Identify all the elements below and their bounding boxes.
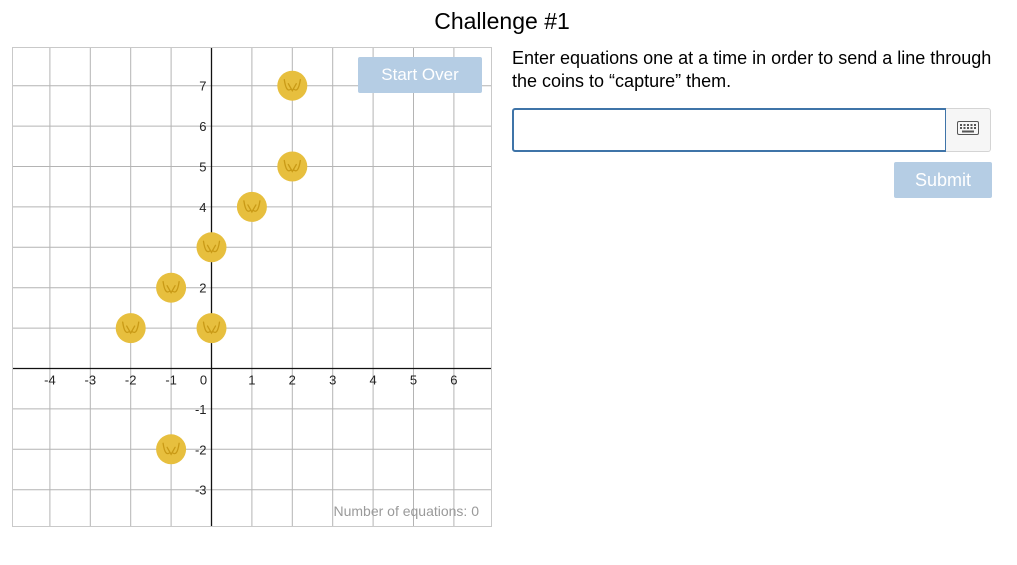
- coin: [156, 272, 187, 303]
- x-tick-label: -1: [165, 373, 177, 388]
- coin: [236, 191, 267, 222]
- x-tick-label: -3: [85, 373, 97, 388]
- coin: [115, 313, 146, 344]
- coin: [196, 232, 227, 263]
- submit-button[interactable]: Submit: [894, 162, 992, 198]
- page-title: Challenge #1: [434, 8, 570, 34]
- x-tick-label: 2: [289, 373, 296, 388]
- coordinate-graph[interactable]: -4 -3 -2 -1 0 1 2 3 4 5 6 -3 -2 -1 2 4 5 6 7 Start Over Nu…: [12, 47, 492, 527]
- y-tick-label: 4: [199, 200, 206, 215]
- coin: [196, 313, 227, 344]
- keyboard-icon: [957, 120, 979, 140]
- x-tick-label: 0: [200, 373, 207, 388]
- y-tick-label: -1: [195, 402, 207, 417]
- coin: [277, 70, 308, 101]
- x-tick-label: -2: [125, 373, 137, 388]
- x-tick-label: -4: [44, 373, 56, 388]
- y-tick-label: 2: [199, 281, 206, 296]
- start-over-button[interactable]: Start Over: [358, 57, 482, 93]
- x-tick-label: 3: [329, 373, 336, 388]
- y-tick-label: 5: [199, 160, 206, 175]
- y-tick-label: -3: [195, 483, 207, 498]
- y-tick-label: 7: [199, 79, 206, 94]
- coin: [277, 151, 308, 182]
- equation-input[interactable]: [512, 108, 947, 152]
- keyboard-button[interactable]: [946, 108, 991, 152]
- y-tick-label: 6: [199, 119, 206, 134]
- x-tick-label: 5: [410, 373, 417, 388]
- x-tick-label: 1: [248, 373, 255, 388]
- equation-count: Number of equations: 0: [333, 503, 479, 519]
- y-tick-label: -2: [195, 442, 207, 457]
- x-tick-label: 6: [450, 373, 457, 388]
- graph-canvas: -4 -3 -2 -1 0 1 2 3 4 5 6 -3 -2 -1 2 4 5 6 7: [13, 48, 491, 526]
- instructions-text: Enter equations one at a time in order t…: [512, 48, 992, 91]
- coin: [156, 434, 187, 465]
- x-tick-label: 4: [369, 373, 376, 388]
